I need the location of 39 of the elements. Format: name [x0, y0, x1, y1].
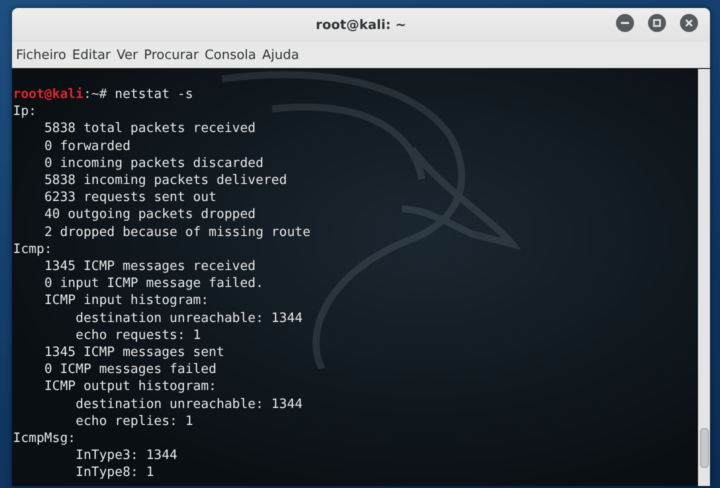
menu-item[interactable]: Consola [204, 48, 262, 62]
close-icon [685, 19, 693, 27]
output-line: 5838 incoming packets delivered [44, 172, 287, 190]
output-line: Ip: [13, 103, 36, 120]
minimize-icon [621, 19, 629, 27]
minimize-button[interactable] [616, 14, 634, 32]
menu-item[interactable]: Procurar [144, 48, 205, 62]
window-title: root@kali: ~ [316, 18, 406, 32]
menu-item[interactable]: Ficheiro [16, 48, 72, 62]
output-line: echo requests: 1 [76, 326, 201, 344]
output-line: 40 outgoing packets dropped [44, 206, 256, 224]
menu-item[interactable]: Ajuda [262, 48, 306, 62]
output-line: IcmpMsg: [13, 430, 76, 448]
maximize-icon [653, 19, 661, 27]
output-line: 5838 total packets received [44, 120, 256, 138]
output-line: 0 incoming packets discarded [44, 154, 264, 172]
output-line: ICMP input histogram: [44, 292, 209, 310]
output-line: 0 input ICMP message failed. [44, 275, 264, 292]
output-line: 0 forwarded [44, 138, 130, 155]
output-line: InType3: 1344 [76, 447, 178, 464]
close-button[interactable] [680, 14, 698, 32]
maximize-button[interactable] [648, 14, 666, 32]
output-line: destination unreachable: 1344 [76, 310, 303, 327]
output-line: echo replies: 1 [76, 412, 194, 430]
scrollbar[interactable] [698, 69, 710, 486]
output-line: 2 dropped because of missing route [44, 224, 310, 241]
output-line: Icmp: [13, 240, 52, 258]
menu-item[interactable]: Editar [72, 48, 117, 62]
output-line: destination unreachable: 1344 [76, 396, 303, 413]
output-line: 1345 ICMP messages sent [44, 344, 224, 362]
menu-item[interactable]: Ver [116, 48, 144, 62]
output-line: 0 ICMP messages failed [44, 361, 216, 378]
output-line: 6233 requests sent out [44, 189, 216, 206]
output-line: ICMP output histogram: [44, 378, 216, 396]
terminal-area[interactable] [12, 69, 698, 486]
output-line: InType8: 1 [76, 464, 154, 482]
output-line: 1345 ICMP messages received [44, 258, 256, 276]
scrollbar-thumb[interactable] [700, 428, 709, 468]
command-line: root@kali:~# netstat -s [13, 86, 194, 104]
